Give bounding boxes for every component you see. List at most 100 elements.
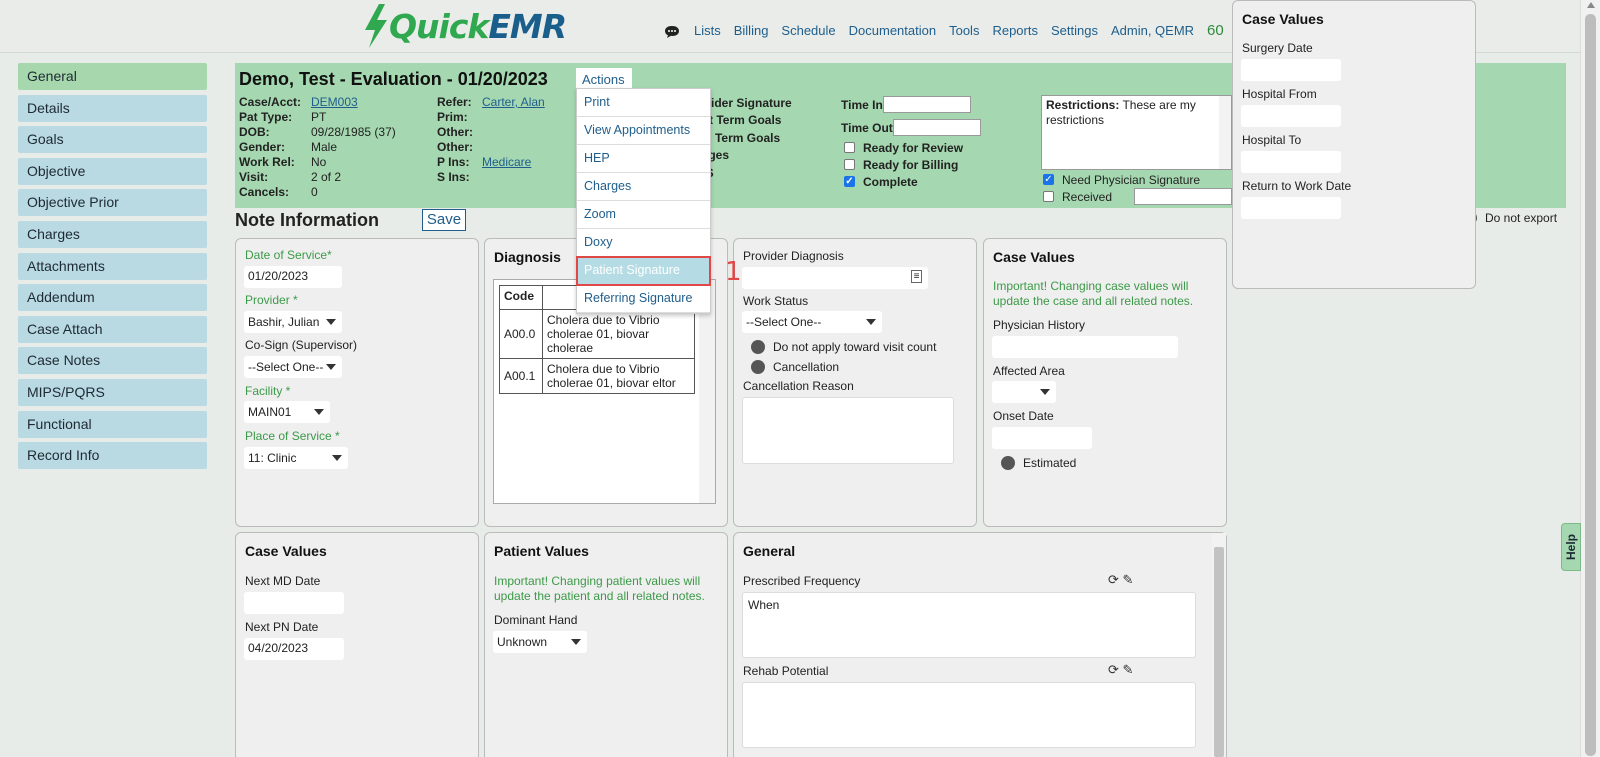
restrictions-box[interactable]: Restrictions: These are my restrictions [1041, 95, 1232, 170]
restrictions-scrollbar[interactable] [1219, 96, 1231, 169]
cancellation-radio[interactable] [751, 360, 765, 374]
save-button[interactable]: Save [422, 209, 466, 231]
menu-item-patient-signature[interactable]: Patient Signature [576, 256, 711, 286]
refresh-icon[interactable]: ⟳ [1108, 572, 1119, 587]
ready-review-checkbox[interactable] [844, 142, 855, 153]
menu-item-charges[interactable]: Charges [577, 173, 710, 201]
sidebar-item-details[interactable]: Details [18, 94, 207, 122]
logo-emr: EMR [488, 6, 567, 46]
actions-button[interactable]: Actions [576, 68, 632, 90]
sidebar-item-general[interactable]: General [18, 63, 207, 90]
facility-label: Facility * [245, 384, 291, 398]
signature-status-list: ovider Signature ort Term Goals ng Term … [697, 95, 792, 182]
sidebar-item-objective[interactable]: Objective [18, 157, 207, 185]
sidebar-item-attachments[interactable]: Attachments [18, 252, 207, 280]
refresh-icon[interactable]: ⟳ [1108, 662, 1119, 677]
provider-select[interactable]: Bashir, Julian [244, 311, 342, 333]
nav-reports[interactable]: Reports [992, 23, 1038, 38]
menu-item-print[interactable]: Print [577, 89, 710, 117]
sidebar-item-mips-pqrs[interactable]: MIPS/PQRS [18, 378, 207, 406]
case-acct-link[interactable]: DEM003 [311, 95, 358, 110]
no-visit-radio[interactable] [751, 340, 765, 354]
edit-icon[interactable]: ✎ [1123, 662, 1134, 677]
cosign-select[interactable]: --Select One-- [244, 356, 342, 378]
sidebar-item-record-info[interactable]: Record Info [18, 442, 207, 470]
dos-input[interactable]: 01/20/2023 [244, 266, 342, 288]
cancel-reason-textarea[interactable] [742, 397, 954, 464]
gender-value: Male [311, 140, 338, 154]
surgery-date-input[interactable] [1241, 59, 1341, 81]
provider-dx-input[interactable]: ≡ [742, 267, 928, 289]
general-panel: General Prescribed Frequency ⟳ ✎ When Re… [733, 532, 1227, 757]
general-scrollbar[interactable] [1212, 533, 1226, 757]
affected-area-select[interactable] [992, 381, 1056, 403]
table-row[interactable]: A00.1 Cholera due to Vibrio cholerae 01, … [499, 358, 695, 394]
sidebar-item-case-notes[interactable]: Case Notes [18, 347, 207, 375]
sidebar-item-objective-prior[interactable]: Objective Prior [18, 189, 207, 217]
ready-billing-checkbox[interactable] [844, 159, 855, 170]
calendar-icon[interactable]: ≡ [911, 270, 922, 283]
dominant-hand-select[interactable]: Unknown [493, 631, 587, 653]
need-physician-checkbox[interactable]: ✓ [1043, 174, 1054, 185]
service-panel: Date of Service* 01/20/2023 Provider * B… [235, 238, 479, 527]
sidebar-item-goals[interactable]: Goals [18, 126, 207, 154]
freq-textarea[interactable]: When [742, 592, 1196, 658]
sidebar-item-charges[interactable]: Charges [18, 220, 207, 248]
return-work-input[interactable] [1241, 197, 1341, 219]
cancellation-option[interactable]: Cancellation [751, 360, 839, 374]
received-checkbox[interactable] [1043, 191, 1054, 202]
time-out-input[interactable] [892, 119, 981, 136]
note-information-title: Note Information [235, 210, 379, 230]
next-md-label: Next MD Date [245, 574, 321, 588]
nav-billing[interactable]: Billing [734, 23, 769, 38]
next-pn-input[interactable]: 04/20/2023 [244, 638, 344, 660]
nav-documentation[interactable]: Documentation [849, 23, 936, 38]
p-ins-label: P Ins: [437, 155, 470, 169]
menu-item-zoom[interactable]: Zoom [577, 201, 710, 229]
help-label: Help [1564, 533, 1579, 561]
received-input[interactable] [1134, 188, 1233, 205]
menu-item-hep[interactable]: HEP [577, 145, 710, 173]
table-row[interactable]: A00.0 Cholera due to Vibrio cholerae 01, … [499, 309, 695, 359]
sidebar-item-addendum[interactable]: Addendum [18, 284, 207, 312]
nav-user[interactable]: Admin, QEMR [1111, 23, 1194, 38]
diagnosis-title: Diagnosis [494, 249, 561, 265]
nav-schedule[interactable]: Schedule [781, 23, 835, 38]
nav-lists[interactable]: Lists [694, 23, 721, 38]
no-visit-option[interactable]: Do not apply toward visit count [751, 340, 936, 354]
sidebar-item-case-attach[interactable]: Case Attach [18, 315, 207, 343]
provider-value: Bashir, Julian [248, 315, 320, 329]
nav-tools[interactable]: Tools [949, 23, 979, 38]
estimated-radio[interactable] [1001, 456, 1015, 470]
insurance-info: Refer: Carter, Alan Prim: Other: Other: P… [437, 95, 545, 185]
sidebar-item-functional[interactable]: Functional [18, 410, 207, 438]
phys-history-input[interactable] [992, 336, 1178, 358]
edit-icon[interactable]: ✎ [1123, 572, 1134, 587]
hospital-from-input[interactable] [1241, 105, 1341, 127]
p-ins-link[interactable]: Medicare [482, 155, 531, 170]
facility-select[interactable]: MAIN01 [244, 401, 330, 423]
complete-checkbox[interactable]: ✓ [844, 176, 855, 187]
work-status-select[interactable]: --Select One-- [742, 311, 882, 333]
quickemr-logo[interactable]: QuickEMR [363, 4, 567, 48]
do-not-export[interactable]: Do not export [1463, 211, 1557, 225]
menu-item-doxy[interactable]: Doxy [577, 229, 710, 257]
menu-item-referring-signature[interactable]: Referring Signature [577, 285, 710, 313]
onset-date-input[interactable] [992, 427, 1092, 449]
refer-link[interactable]: Carter, Alan [482, 95, 545, 110]
page-scrollbar[interactable] [1580, 0, 1600, 757]
sig-long-term: ng Term Goals [697, 130, 781, 145]
nav-settings[interactable]: Settings [1051, 23, 1098, 38]
help-tab[interactable]: Help [1561, 523, 1581, 571]
pos-select[interactable]: 11: Clinic [244, 447, 348, 469]
general-title: General [743, 543, 796, 559]
estimated-option[interactable]: Estimated [1001, 456, 1076, 470]
next-md-input[interactable] [244, 592, 344, 614]
hospital-to-input[interactable] [1241, 151, 1341, 173]
menu-item-view-appointments[interactable]: View Appointments [577, 117, 710, 145]
pos-value: 11: Clinic [248, 451, 297, 465]
chat-icon[interactable] [664, 25, 680, 39]
pos-label: Place of Service * [245, 429, 340, 443]
time-in-input[interactable] [882, 96, 971, 113]
rehab-textarea[interactable] [742, 682, 1196, 748]
